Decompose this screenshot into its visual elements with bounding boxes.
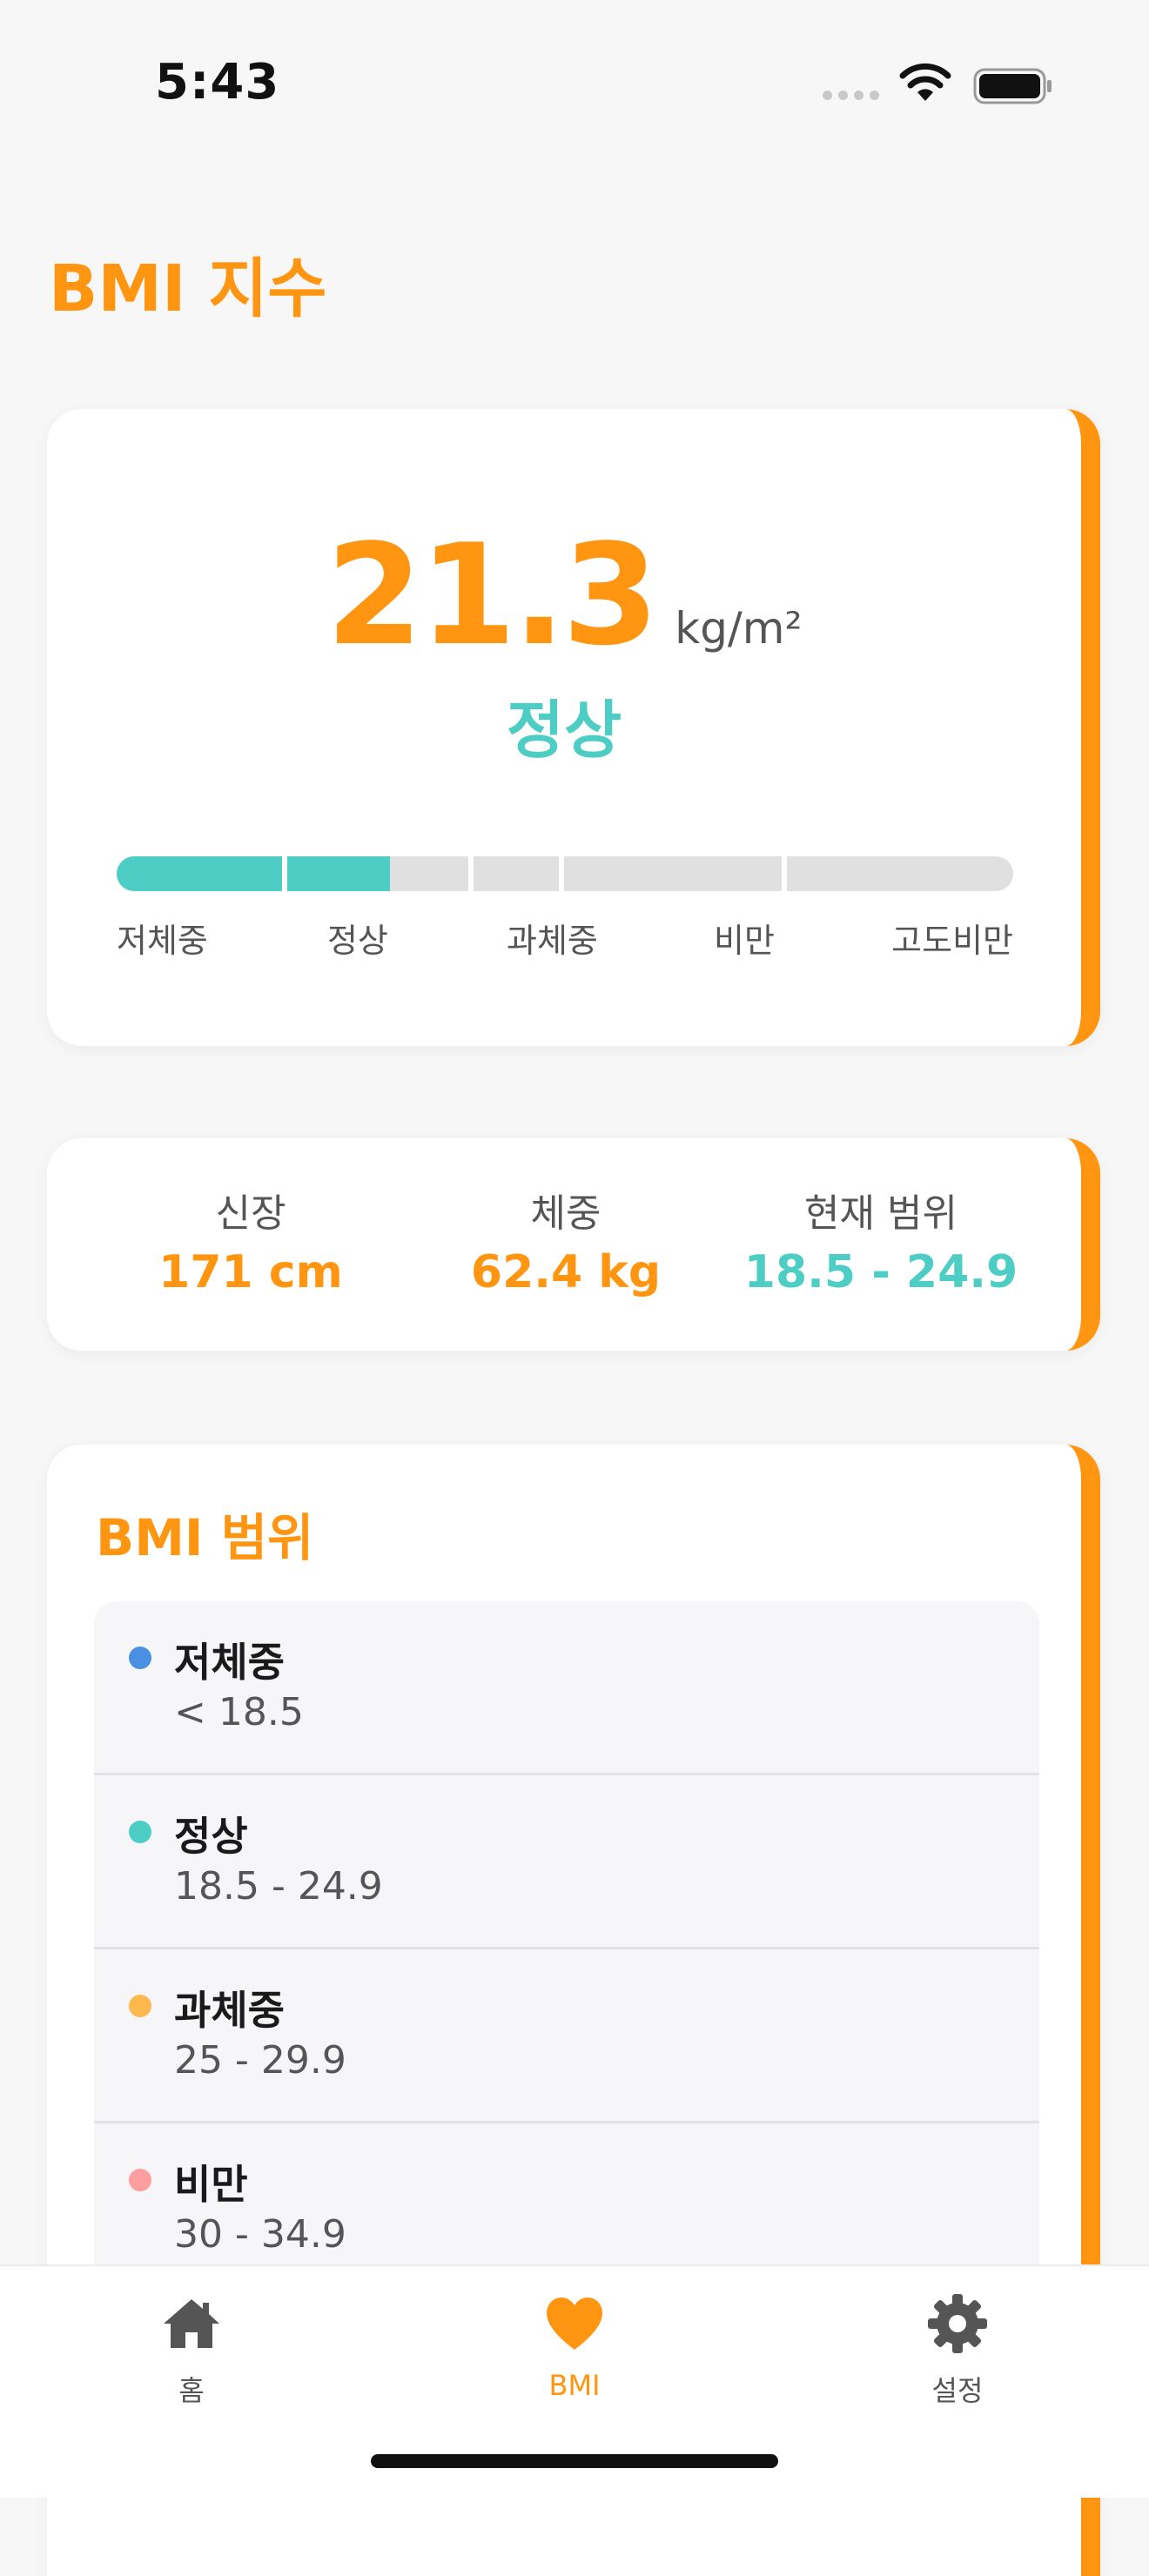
obese-dot-icon bbox=[129, 2169, 151, 2191]
range-list: 저체중 < 18.5 정상 18.5 - 24.9 과체중 25 - 29.9 … bbox=[94, 1601, 1039, 2298]
tab-label: 설정 bbox=[931, 2374, 984, 2407]
home-icon bbox=[164, 2299, 219, 2348]
ranges-title: BMI 범위 bbox=[96, 1508, 314, 1567]
range-value: 18.5 - 24.9 bbox=[174, 1864, 383, 1909]
height-stat: 신장 171 cm bbox=[94, 1182, 407, 1298]
tab-label: 홈 bbox=[178, 2374, 205, 2407]
scale-segment-overweight bbox=[474, 856, 559, 891]
overweight-dot-icon bbox=[129, 1995, 151, 2017]
stat-label: 신장 bbox=[215, 1191, 286, 1236]
tab-settings[interactable]: 설정 bbox=[870, 2292, 1045, 2409]
tab-home[interactable]: 홈 bbox=[104, 2292, 279, 2409]
scale-label: 정상 bbox=[327, 922, 388, 960]
status-time: 5:43 bbox=[155, 54, 280, 111]
bmi-summary-card: 21.3 kg/m² 정상 저체중 정상 과체중 비만 고도비만 bbox=[47, 409, 1100, 1046]
wifi-icon bbox=[899, 63, 951, 101]
tab-bmi[interactable]: BMI bbox=[487, 2292, 662, 2402]
range-value: < 18.5 bbox=[174, 1690, 304, 1734]
stat-value: 18.5 - 24.9 bbox=[743, 1246, 1018, 1298]
battery-icon bbox=[973, 68, 1052, 104]
range-name: 과체중 bbox=[174, 1987, 285, 2034]
stat-value: 171 cm bbox=[158, 1246, 343, 1298]
bmi-value-row: 21.3 kg/m² bbox=[47, 513, 1081, 676]
scale-segment-normal bbox=[287, 856, 468, 891]
scale-label: 저체중 bbox=[117, 922, 208, 960]
stat-label: 체중 bbox=[530, 1191, 601, 1236]
page-title: BMI 지수 bbox=[49, 252, 327, 326]
scale-label: 비만 bbox=[714, 922, 775, 960]
home-indicator bbox=[371, 2454, 778, 2468]
scale-label: 고도비만 bbox=[891, 922, 1013, 960]
tab-label: BMI bbox=[548, 2369, 601, 2402]
bmi-status: 정상 bbox=[506, 694, 622, 767]
list-item: 과체중 25 - 29.9 bbox=[94, 1949, 1039, 2123]
current-range-stat: 현재 범위 18.5 - 24.9 bbox=[724, 1182, 1038, 1298]
stat-label: 현재 범위 bbox=[804, 1191, 958, 1236]
range-value: 30 - 34.9 bbox=[174, 2212, 346, 2257]
list-item: 정상 18.5 - 24.9 bbox=[94, 1775, 1039, 1949]
scale-segment-underweight bbox=[117, 856, 282, 891]
scale-segment-obese bbox=[564, 856, 782, 891]
underweight-dot-icon bbox=[129, 1647, 151, 1669]
stat-value: 62.4 kg bbox=[470, 1246, 662, 1298]
range-name: 정상 bbox=[174, 1813, 248, 1860]
scale-segment-severely-obese bbox=[787, 856, 1013, 891]
body-stats-card: 신장 171 cm 체중 62.4 kg 현재 범위 18.5 - 24.9 bbox=[47, 1138, 1100, 1351]
heart-icon bbox=[547, 2298, 602, 2350]
gear-icon bbox=[928, 2294, 987, 2353]
bmi-unit: kg/m² bbox=[675, 603, 803, 654]
scale-label: 과체중 bbox=[507, 922, 598, 960]
cellular-signal-icon bbox=[823, 91, 879, 100]
range-name: 비만 bbox=[174, 2161, 248, 2208]
list-item: 저체중 < 18.5 bbox=[94, 1601, 1039, 1775]
range-value: 25 - 29.9 bbox=[174, 2038, 346, 2083]
bmi-scale-bar bbox=[117, 856, 1013, 891]
bmi-value: 21.3 bbox=[326, 513, 659, 676]
normal-dot-icon bbox=[129, 1821, 151, 1843]
weight-stat: 체중 62.4 kg bbox=[409, 1182, 722, 1298]
range-name: 저체중 bbox=[174, 1639, 285, 1686]
bmi-scale-labels: 저체중 정상 과체중 비만 고도비만 bbox=[117, 914, 1013, 960]
